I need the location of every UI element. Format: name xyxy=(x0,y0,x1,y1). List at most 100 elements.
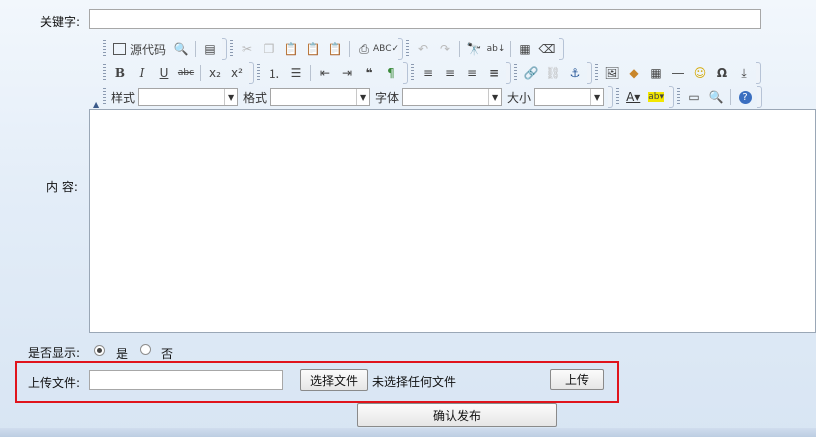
preview-icon: 🔍 xyxy=(173,42,189,56)
paste-word-button[interactable]: 📋 xyxy=(325,39,345,59)
choose-file-button[interactable]: 选择文件 xyxy=(300,369,368,391)
help-button[interactable]: ? xyxy=(735,87,755,107)
anchor-button[interactable]: ⚓ xyxy=(565,63,585,83)
font-label: 字体 xyxy=(375,90,400,105)
collapse-toolbar-icon[interactable]: ▲ xyxy=(93,100,99,109)
toolbar-group-end xyxy=(403,62,408,84)
indent-icon: ⇥ xyxy=(341,66,353,80)
toolbar-group-end xyxy=(559,38,565,60)
print-button[interactable]: ⎙ xyxy=(354,39,374,59)
indent-button[interactable]: ⇥ xyxy=(337,63,357,83)
spellcheck-icon: ABC✓ xyxy=(373,44,400,54)
cut-button[interactable]: ✂ xyxy=(237,39,257,59)
replace-icon: ab↓ xyxy=(486,44,506,54)
table-button[interactable]: ▦ xyxy=(646,63,666,83)
unlink-button[interactable]: ⛓ xyxy=(543,63,563,83)
remove-format-button[interactable]: ⌫ xyxy=(537,39,557,59)
table-icon: ▦ xyxy=(650,66,662,80)
redo-icon: ↷ xyxy=(439,42,451,56)
redo-button[interactable]: ↷ xyxy=(435,39,455,59)
toolbar-grip[interactable] xyxy=(103,40,106,58)
underline-button[interactable]: U xyxy=(154,63,174,83)
font-select[interactable]: ▼ xyxy=(402,88,503,106)
text-color-button[interactable]: A▾ xyxy=(623,87,643,107)
style-select[interactable]: ▼ xyxy=(138,88,239,106)
horizontal-rule-button[interactable]: ― xyxy=(668,63,688,83)
display-yes-radio[interactable] xyxy=(94,345,105,356)
preview-button[interactable]: 🔍 xyxy=(171,39,191,59)
special-char-button[interactable]: Ω xyxy=(712,63,732,83)
toolbar-grip[interactable] xyxy=(616,88,620,106)
display-no-radio[interactable] xyxy=(140,344,151,355)
submit-button[interactable]: 确认发布 xyxy=(357,403,557,427)
toolbar-group-end xyxy=(249,62,254,84)
keyword-label: 关键字: xyxy=(40,15,81,29)
create-div-button[interactable]: ¶ xyxy=(381,63,401,83)
align-justify-button[interactable]: ≡ xyxy=(484,63,504,83)
toolbar-grip[interactable] xyxy=(103,64,106,82)
numbered-list-button[interactable]: ⒈ xyxy=(264,63,284,83)
create-div-icon: ¶ xyxy=(387,66,395,80)
toolbar-grip[interactable] xyxy=(257,64,260,82)
paste-text-button[interactable]: 📋 xyxy=(303,39,323,59)
style-label: 样式 xyxy=(111,90,136,105)
content-label: 内 容: xyxy=(46,180,78,194)
toolbar-grip[interactable] xyxy=(411,64,414,82)
upload-button[interactable]: 上传 xyxy=(550,369,604,390)
paste-button[interactable]: 📋 xyxy=(281,39,301,59)
toolbar-grip[interactable] xyxy=(514,64,517,82)
toolbar-row-2: B I U abc x₂ x² ⒈ ☰ ⇤ ⇥ ❝ ¶ ≡ ≡ ≡ ≡ 🔗 ⛓ … xyxy=(103,62,764,84)
image-button[interactable]: 🖼 xyxy=(602,63,622,83)
anchor-icon: ⚓ xyxy=(569,66,581,80)
link-button[interactable]: 🔗 xyxy=(521,63,541,83)
blockquote-button[interactable]: ❝ xyxy=(359,63,379,83)
format-select[interactable]: ▼ xyxy=(270,88,371,106)
image-icon: 🖼 xyxy=(604,66,620,80)
toolbar-group-end xyxy=(757,86,763,108)
maximize-button[interactable]: ▭ xyxy=(684,87,704,107)
toolbar-grip[interactable] xyxy=(677,88,681,106)
align-right-icon: ≡ xyxy=(466,66,478,80)
page-break-button[interactable]: ⤓ xyxy=(734,63,754,83)
binoculars-icon: 🔭 xyxy=(466,42,482,56)
outdent-button[interactable]: ⇤ xyxy=(315,63,335,83)
superscript-button[interactable]: x² xyxy=(227,63,247,83)
bold-button[interactable]: B xyxy=(110,63,130,83)
source-code-button[interactable]: 源代码 xyxy=(110,39,169,59)
align-center-button[interactable]: ≡ xyxy=(440,63,460,83)
keyword-input[interactable] xyxy=(89,9,761,29)
copy-button[interactable]: ❐ xyxy=(259,39,279,59)
toolbar-row-1: 源代码 🔍 ▤ ✂ ❐ 📋 📋 📋 ⎙ ABC✓ ↶ ↷ 🔭 ab↓ ▦ ⌫ xyxy=(103,38,567,60)
superscript-icon: x² xyxy=(231,66,243,80)
toolbar-separator xyxy=(730,89,732,105)
toolbar-grip[interactable] xyxy=(103,88,106,106)
content-editor-area[interactable] xyxy=(89,109,816,333)
strikethrough-button[interactable]: abc xyxy=(176,63,196,83)
subscript-button[interactable]: x₂ xyxy=(205,63,225,83)
italic-button[interactable]: I xyxy=(132,63,152,83)
undo-button[interactable]: ↶ xyxy=(413,39,433,59)
align-right-button[interactable]: ≡ xyxy=(462,63,482,83)
bg-color-button[interactable]: ab▾ xyxy=(645,87,667,107)
select-all-button[interactable]: ▦ xyxy=(515,39,535,59)
toolbar-group-end xyxy=(756,62,761,84)
replace-button[interactable]: ab↓ xyxy=(486,39,506,59)
find-button[interactable]: 🔭 xyxy=(464,39,484,59)
toolbar-separator xyxy=(195,41,197,57)
upload-path-input[interactable] xyxy=(89,370,283,390)
flash-button[interactable]: ◆ xyxy=(624,63,644,83)
show-blocks-button[interactable]: 🔍 xyxy=(706,87,726,107)
spellcheck-button[interactable]: ABC✓ xyxy=(373,39,400,59)
toolbar-grip[interactable] xyxy=(595,64,598,82)
bulleted-list-button[interactable]: ☰ xyxy=(286,63,306,83)
bulleted-list-icon: ☰ xyxy=(290,66,302,80)
eraser-icon: ⌫ xyxy=(538,42,556,56)
toolbar-group-end xyxy=(506,62,511,84)
toolbar-grip[interactable] xyxy=(230,40,234,58)
smiley-button[interactable]: ☺ xyxy=(690,63,710,83)
italic-icon: I xyxy=(139,66,145,80)
align-left-button[interactable]: ≡ xyxy=(418,63,438,83)
size-select[interactable]: ▼ xyxy=(534,88,605,106)
templates-button[interactable]: ▤ xyxy=(200,39,220,59)
toolbar-grip[interactable] xyxy=(406,40,410,58)
